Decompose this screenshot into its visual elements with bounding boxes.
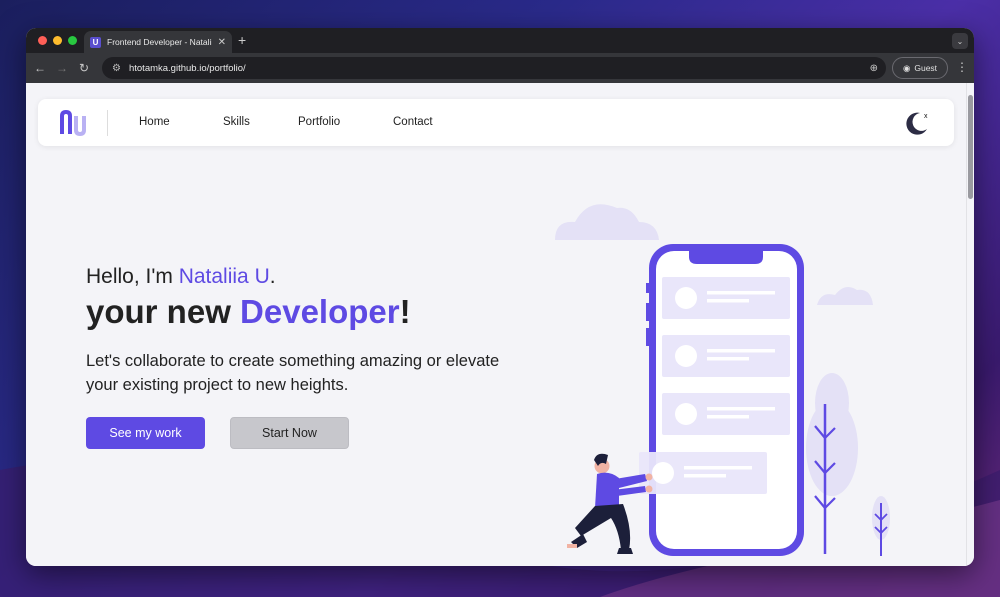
window-controls: [38, 36, 77, 45]
address-bar-row: ← → ↻ ⚙ htotamka.github.io/portfolio/ ⊕ …: [26, 53, 974, 83]
menu-icon[interactable]: ⋮: [956, 60, 968, 74]
site-settings-icon[interactable]: ⚙: [112, 63, 121, 74]
tab-strip: U Frontend Developer - Nataliia U ✕ + ⌄: [26, 28, 974, 53]
headline-prefix: your new: [86, 293, 241, 330]
tab-title: Frontend Developer - Nataliia U: [107, 37, 212, 47]
theme-toggle-mark: x: [924, 113, 928, 120]
hero-illustration: [555, 204, 890, 556]
new-tab-icon[interactable]: +: [238, 32, 246, 48]
site-logo[interactable]: [60, 110, 88, 136]
profile-label: Guest: [914, 63, 938, 73]
browser-tab[interactable]: U Frontend Developer - Nataliia U ✕: [84, 31, 232, 53]
profile-icon: ◉: [902, 62, 911, 73]
page-scrollbar[interactable]: [966, 83, 974, 566]
greeting-prefix: Hello, I'm: [86, 265, 179, 288]
start-now-button[interactable]: Start Now: [230, 417, 349, 449]
url-text: htotamka.github.io/portfolio/: [128, 62, 246, 74]
close-tab-icon[interactable]: ✕: [218, 37, 226, 48]
url-field[interactable]: ⚙ htotamka.github.io/portfolio/ ⊕: [102, 57, 886, 79]
theme-toggle-button[interactable]: x: [903, 110, 931, 136]
forward-icon[interactable]: →: [51, 61, 73, 75]
back-icon[interactable]: ←: [29, 61, 51, 75]
reload-icon[interactable]: ↻: [73, 61, 95, 75]
nav-link-portfolio[interactable]: Portfolio: [298, 116, 340, 128]
nav-link-home[interactable]: Home: [139, 116, 170, 128]
minimize-window-button[interactable]: [53, 36, 62, 45]
navbar-divider: [107, 110, 108, 136]
close-window-button[interactable]: [38, 36, 47, 45]
profile-button[interactable]: ◉ Guest: [892, 57, 948, 79]
tab-search-icon[interactable]: ⌄: [952, 33, 968, 49]
hero-name: Nataliia U: [178, 265, 270, 288]
greeting-suffix: .: [269, 265, 276, 288]
nav-link-skills[interactable]: Skills: [223, 116, 250, 128]
zoom-icon[interactable]: ⊕: [870, 63, 878, 74]
moon-icon: x: [906, 112, 928, 135]
hero-subtitle: Let's collaborate to create something am…: [86, 352, 500, 394]
hero-headline: your new Developer!: [86, 293, 411, 331]
hero-greeting: Hello, I'm Nataliia U.: [86, 265, 276, 289]
hero-role: Developer: [240, 293, 400, 330]
browser-window: U Frontend Developer - Nataliia U ✕ + ⌄ …: [26, 28, 974, 566]
web-page: Home Skills Portfolio Contact x Hello, I…: [26, 83, 966, 566]
site-navbar: Home Skills Portfolio Contact x: [38, 99, 954, 146]
favicon-icon: U: [90, 36, 101, 48]
scrollbar-thumb[interactable]: [968, 95, 973, 199]
headline-suffix: !: [399, 293, 411, 330]
maximize-window-button[interactable]: [68, 36, 77, 45]
see-my-work-button[interactable]: See my work: [86, 417, 205, 449]
nav-link-contact[interactable]: Contact: [393, 116, 433, 128]
